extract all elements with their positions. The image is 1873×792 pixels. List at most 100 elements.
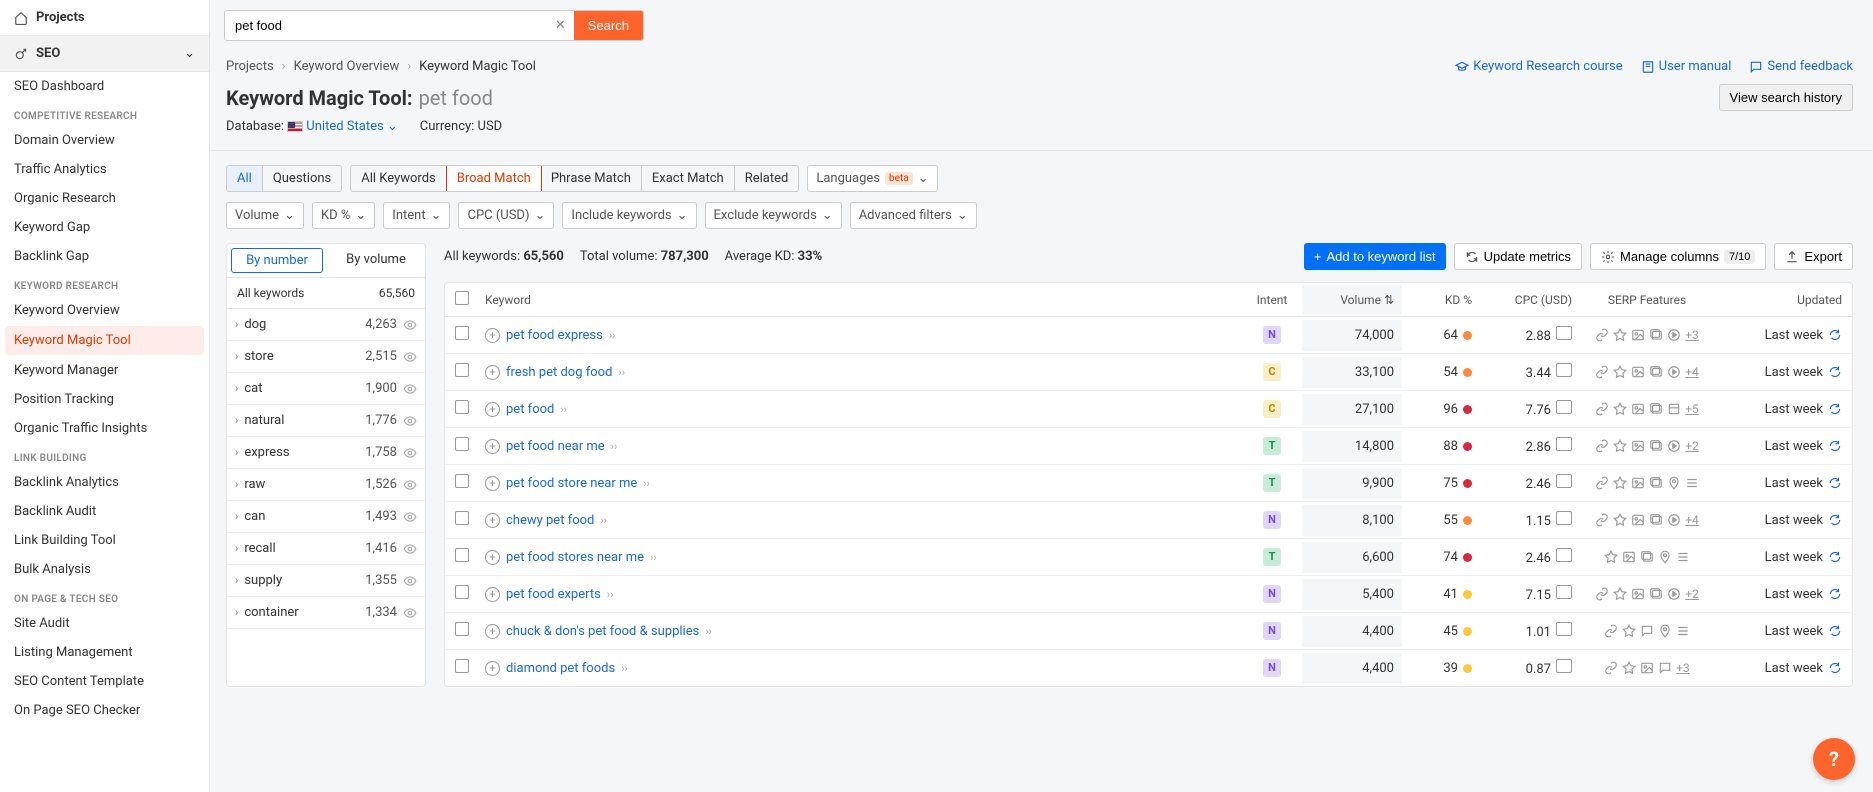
refresh-icon[interactable] — [1828, 402, 1842, 416]
refresh-icon[interactable] — [1828, 661, 1842, 675]
link-course[interactable]: Keyword Research course — [1455, 59, 1622, 74]
expand-icon[interactable]: ›› — [643, 477, 650, 490]
col-serp[interactable]: SERP Features — [1572, 293, 1722, 307]
tab-all-keywords[interactable]: All Keywords — [351, 166, 447, 191]
nav-site-audit[interactable]: Site Audit — [0, 609, 209, 638]
eye-icon[interactable] — [403, 414, 417, 428]
row-checkbox[interactable] — [455, 659, 469, 673]
keyword-link[interactable]: pet food store near me — [506, 476, 637, 491]
row-checkbox[interactable] — [455, 437, 469, 451]
expand-icon[interactable]: ›› — [650, 551, 657, 564]
expand-icon[interactable]: ›› — [618, 366, 625, 379]
filter-advanced[interactable]: Advanced filters⌄ — [850, 202, 977, 229]
refresh-icon[interactable] — [1828, 476, 1842, 490]
all-keywords-row[interactable]: All keywords 65,560 — [227, 278, 425, 309]
serp-snapshot-icon[interactable] — [1556, 326, 1572, 340]
expand-icon[interactable]: ›› — [607, 588, 614, 601]
row-checkbox[interactable] — [455, 326, 469, 340]
serp-snapshot-icon[interactable] — [1556, 437, 1572, 451]
database-select[interactable]: United States ⌄ — [306, 119, 398, 134]
filter-include[interactable]: Include keywords⌄ — [562, 202, 696, 229]
eye-icon[interactable] — [403, 382, 417, 396]
nav-keyword-magic-tool[interactable]: Keyword Magic Tool — [5, 326, 204, 355]
serp-more[interactable]: +4 — [1685, 513, 1699, 527]
refresh-icon[interactable] — [1828, 439, 1842, 453]
select-all-checkbox[interactable] — [455, 291, 469, 305]
row-checkbox[interactable] — [455, 363, 469, 377]
keyword-link[interactable]: chewy pet food — [506, 513, 594, 528]
serp-snapshot-icon[interactable] — [1556, 400, 1572, 414]
expand-icon[interactable]: ›› — [560, 403, 567, 416]
expand-icon[interactable]: ›› — [621, 662, 628, 675]
row-checkbox[interactable] — [455, 400, 469, 414]
nav-bulk-analysis[interactable]: Bulk Analysis — [0, 555, 209, 584]
group-row[interactable]: › raw 1,526 — [227, 469, 425, 501]
crumb-keyword-overview[interactable]: Keyword Overview — [294, 59, 400, 74]
group-row[interactable]: › dog 4,263 — [227, 309, 425, 341]
serp-snapshot-icon[interactable] — [1556, 585, 1572, 599]
nav-seo-dashboard[interactable]: SEO Dashboard — [0, 72, 209, 101]
eye-icon[interactable] — [403, 478, 417, 492]
nav-seo-content-template[interactable]: SEO Content Template — [0, 667, 209, 696]
view-history-button[interactable]: View search history — [1719, 84, 1853, 111]
filter-intent[interactable]: Intent⌄ — [383, 202, 450, 229]
nav-backlink-gap[interactable]: Backlink Gap — [0, 242, 209, 271]
add-keyword-icon[interactable]: + — [485, 550, 500, 565]
filter-volume[interactable]: Volume⌄ — [226, 202, 304, 229]
group-row[interactable]: › container 1,334 — [227, 597, 425, 629]
tab-related[interactable]: Related — [735, 166, 799, 191]
keyword-link[interactable]: pet food near me — [506, 439, 605, 454]
update-metrics-button[interactable]: Update metrics — [1454, 243, 1582, 270]
row-checkbox[interactable] — [455, 474, 469, 488]
nav-traffic-analytics[interactable]: Traffic Analytics — [0, 155, 209, 184]
help-button[interactable]: ? — [1813, 738, 1855, 780]
search-input[interactable] — [225, 11, 547, 40]
row-checkbox[interactable] — [455, 622, 469, 636]
serp-more[interactable]: +2 — [1685, 439, 1699, 453]
row-checkbox[interactable] — [455, 511, 469, 525]
languages-chip[interactable]: Languages beta ⌄ — [807, 165, 937, 192]
serp-snapshot-icon[interactable] — [1556, 363, 1572, 377]
manage-columns-button[interactable]: Manage columns7/10 — [1590, 243, 1766, 270]
tab-phrase-match[interactable]: Phrase Match — [541, 166, 642, 191]
serp-snapshot-icon[interactable] — [1556, 622, 1572, 636]
refresh-icon[interactable] — [1828, 328, 1842, 342]
keyword-link[interactable]: pet food experts — [506, 587, 601, 602]
add-keyword-icon[interactable]: + — [485, 402, 500, 417]
col-keyword[interactable]: Keyword — [485, 293, 1242, 307]
nav-keyword-overview[interactable]: Keyword Overview — [0, 296, 209, 325]
keyword-link[interactable]: pet food — [506, 402, 554, 417]
nav-keyword-gap[interactable]: Keyword Gap — [0, 213, 209, 242]
serp-more[interactable]: +2 — [1685, 587, 1699, 601]
eye-icon[interactable] — [403, 574, 417, 588]
keyword-link[interactable]: diamond pet foods — [506, 661, 615, 676]
serp-more[interactable]: +3 — [1685, 328, 1699, 342]
link-feedback[interactable]: Send feedback — [1749, 59, 1853, 74]
group-row[interactable]: › express 1,758 — [227, 437, 425, 469]
nav-keyword-manager[interactable]: Keyword Manager — [0, 356, 209, 385]
col-volume[interactable]: Volume ⇅ — [1302, 285, 1402, 315]
refresh-icon[interactable] — [1828, 365, 1842, 379]
serp-snapshot-icon[interactable] — [1556, 548, 1572, 562]
serp-snapshot-icon[interactable] — [1556, 511, 1572, 525]
filter-kd[interactable]: KD %⌄ — [312, 202, 375, 229]
refresh-icon[interactable] — [1828, 513, 1842, 527]
add-keyword-icon[interactable]: + — [485, 587, 500, 602]
serp-more[interactable]: +3 — [1676, 661, 1690, 675]
nav-backlink-audit[interactable]: Backlink Audit — [0, 497, 209, 526]
group-row[interactable]: › natural 1,776 — [227, 405, 425, 437]
serp-more[interactable]: +5 — [1685, 402, 1699, 416]
col-updated[interactable]: Updated — [1722, 293, 1842, 307]
nav-listing-management[interactable]: Listing Management — [0, 638, 209, 667]
eye-icon[interactable] — [403, 542, 417, 556]
add-to-list-button[interactable]: +Add to keyword list — [1304, 243, 1446, 270]
group-row[interactable]: › store 2,515 — [227, 341, 425, 373]
add-keyword-icon[interactable]: + — [485, 365, 500, 380]
refresh-icon[interactable] — [1828, 624, 1842, 638]
clear-icon[interactable]: ✕ — [547, 18, 574, 33]
col-intent[interactable]: Intent — [1242, 293, 1302, 307]
expand-icon[interactable]: ›› — [600, 514, 607, 527]
expand-icon[interactable]: ›› — [609, 329, 616, 342]
nav-link-building-tool[interactable]: Link Building Tool — [0, 526, 209, 555]
serp-more[interactable]: +4 — [1685, 365, 1699, 379]
